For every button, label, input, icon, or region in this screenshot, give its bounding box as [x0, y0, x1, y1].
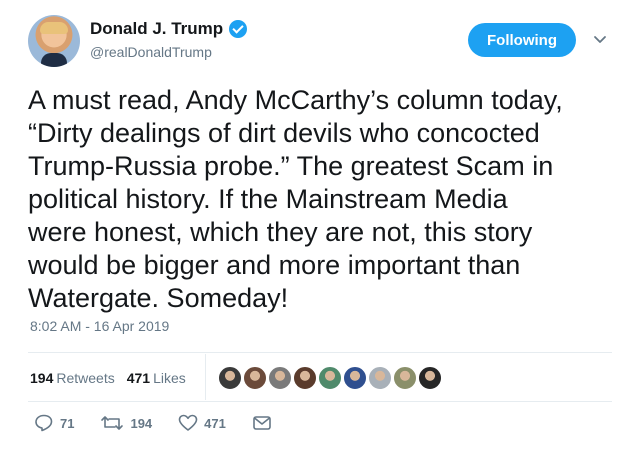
liker-avatar[interactable]	[293, 366, 317, 390]
liker-avatar[interactable]	[318, 366, 342, 390]
tweet-actions: 71 194 471	[34, 414, 298, 432]
user-name-row: Donald J. Trump	[90, 19, 248, 39]
liker-avatar[interactable]	[268, 366, 292, 390]
liker-avatar[interactable]	[418, 366, 442, 390]
retweets-count: 194	[30, 370, 54, 386]
reply-count: 71	[60, 415, 75, 431]
stats-separator	[205, 354, 206, 400]
liker-avatar[interactable]	[393, 366, 417, 390]
retweet-count: 194	[130, 415, 153, 431]
profile-avatar[interactable]	[28, 15, 80, 67]
user-display-name[interactable]: Donald J. Trump	[90, 19, 223, 39]
divider-bottom	[28, 401, 612, 402]
liker-avatar[interactable]	[368, 366, 392, 390]
tweet-stats: 194 Retweets 471 Likes	[30, 370, 186, 386]
retweets-stat[interactable]: 194 Retweets	[30, 370, 115, 386]
user-handle[interactable]: @realDonaldTrump	[90, 44, 212, 60]
likes-count: 471	[126, 370, 151, 386]
chevron-down-icon[interactable]	[593, 32, 607, 46]
liker-avatars	[218, 366, 443, 390]
divider-top	[28, 352, 612, 353]
verified-badge-icon	[229, 20, 248, 38]
direct-message-action[interactable]	[252, 415, 272, 431]
likes-stat[interactable]: 471 Likes	[127, 370, 186, 386]
tweet-timestamp[interactable]: 8:02 AM - 16 Apr 2019	[30, 318, 169, 334]
following-button[interactable]: Following	[468, 23, 576, 57]
reply-action[interactable]: 71	[34, 414, 74, 432]
liker-avatar[interactable]	[343, 366, 367, 390]
liker-avatar[interactable]	[218, 366, 242, 390]
tweet-text: A must read, Andy McCarthy’s column toda…	[28, 85, 563, 313]
liker-avatar[interactable]	[243, 366, 267, 390]
retweet-action[interactable]: 194	[100, 414, 152, 432]
retweet-icon	[101, 416, 124, 430]
like-icon	[178, 414, 198, 431]
likes-label: Likes	[153, 370, 186, 386]
reply-icon	[35, 414, 53, 432]
retweets-label: Retweets	[56, 370, 115, 386]
like-action[interactable]: 471	[178, 414, 226, 432]
like-count: 471	[204, 415, 226, 431]
direct-message-icon	[253, 416, 271, 430]
